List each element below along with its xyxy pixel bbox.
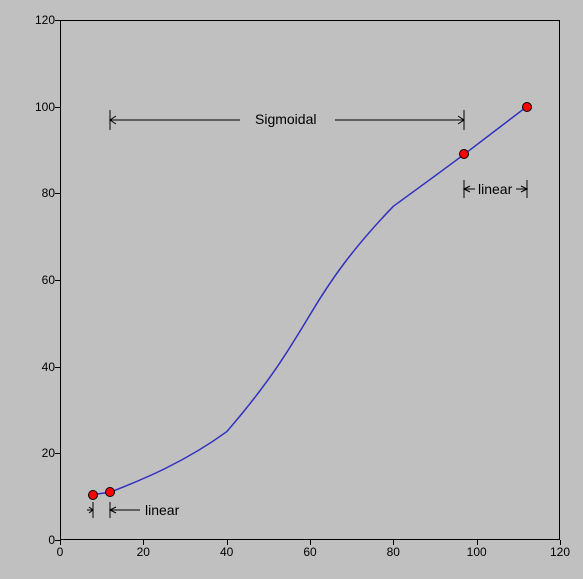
x-tick [60, 540, 61, 545]
y-tick [55, 20, 60, 21]
marker-p3 [459, 149, 469, 159]
marker-p4 [522, 102, 532, 112]
x-tick [227, 540, 228, 545]
y-tick [55, 367, 60, 368]
annotation-linear1-label: linear [145, 502, 179, 518]
y-tick [55, 107, 60, 108]
plot-area [60, 20, 560, 540]
x-tick [143, 540, 144, 545]
y-tick [55, 280, 60, 281]
x-tick-label: 120 [545, 545, 575, 559]
y-tick-label: 80 [25, 186, 55, 200]
annotation-sigmoidal-label: Sigmoidal [255, 111, 316, 127]
x-tick-label: 60 [295, 545, 325, 559]
x-tick-label: 20 [128, 545, 158, 559]
y-tick-label: 120 [25, 13, 55, 27]
x-tick-label: 0 [45, 545, 75, 559]
annotation-linear2-label: linear [478, 181, 512, 197]
y-tick-label: 60 [25, 273, 55, 287]
x-tick-label: 80 [378, 545, 408, 559]
y-tick [55, 453, 60, 454]
y-tick-label: 100 [25, 100, 55, 114]
x-tick-label: 40 [212, 545, 242, 559]
chart-container: 0 20 40 60 80 100 120 0 20 40 60 80 100 … [0, 0, 583, 579]
marker-p2 [105, 487, 115, 497]
y-tick [55, 193, 60, 194]
y-tick-label: 20 [25, 446, 55, 460]
x-tick [310, 540, 311, 545]
x-tick [477, 540, 478, 545]
x-tick [560, 540, 561, 545]
y-tick-label: 40 [25, 360, 55, 374]
marker-p1 [88, 490, 98, 500]
x-tick [393, 540, 394, 545]
x-tick-label: 100 [462, 545, 492, 559]
